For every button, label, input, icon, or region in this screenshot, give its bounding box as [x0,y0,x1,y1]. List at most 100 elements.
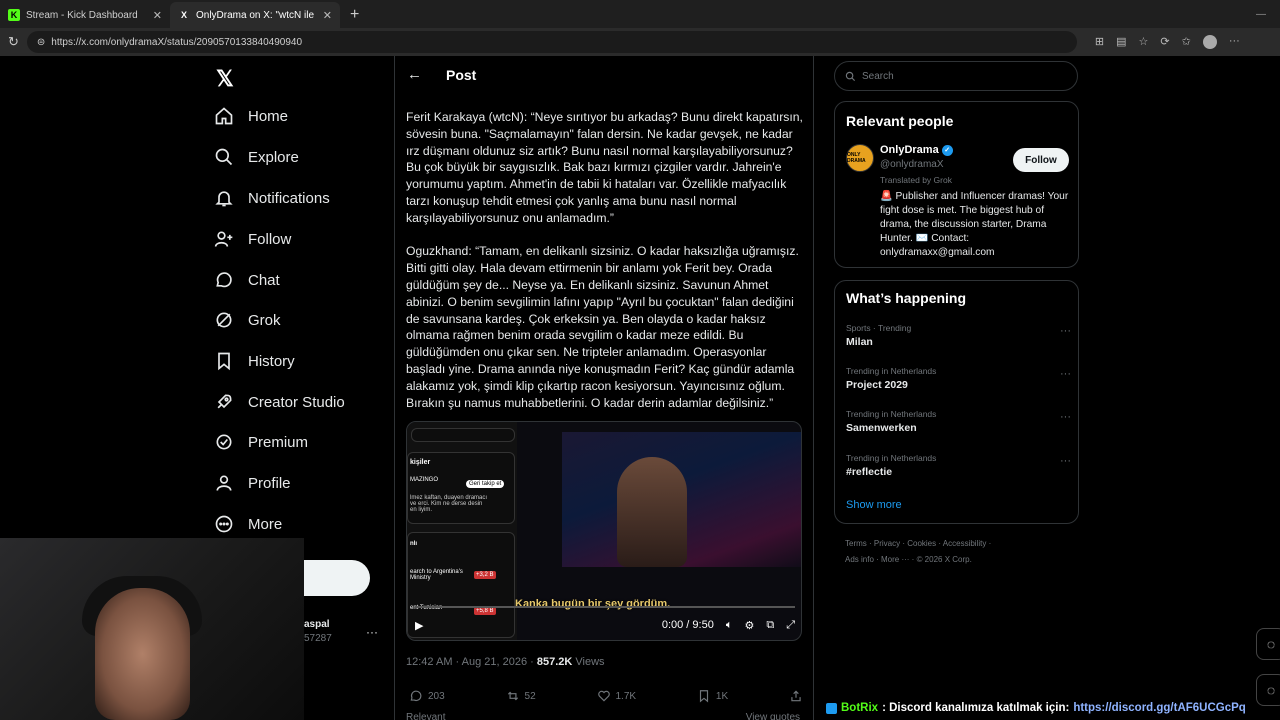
back-arrow-icon[interactable]: ← [407,66,422,83]
rocket-icon [217,394,232,409]
person-bio: 🚨 Publisher and Influencer dramas! Your … [880,191,1069,258]
nav-chat[interactable]: Chat [214,270,280,290]
search-icon [845,71,856,81]
repost-button[interactable]: 52 [506,689,536,703]
video-panel-name: MAZINGO [410,477,438,483]
post-button[interactable] [304,560,370,596]
trend-category: Trending in Netherlands [846,453,937,463]
nav-label: Follow [248,230,292,248]
kick-favicon-icon: K [8,9,20,21]
nav-history[interactable]: History [214,351,295,371]
nav-follow[interactable]: Follow [214,229,291,249]
more-dots-icon[interactable]: ··· [1060,411,1071,423]
volume-icon[interactable]: 🔈︎ [726,619,733,632]
new-tab-icon[interactable]: + [340,6,369,28]
avatar[interactable]: ONLY DRAMA [846,144,874,172]
bookmark-button[interactable]: 1K [697,689,728,703]
reader-icon[interactable]: ▤ [1116,35,1126,49]
account-more-icon[interactable]: ··· [366,625,378,639]
view-quotes-link[interactable]: View quotes [746,712,800,720]
account-name[interactable]: aspal [304,619,330,630]
minimize-icon[interactable]: — [1256,9,1266,20]
close-tab-icon[interactable]: ✕ [153,9,162,22]
search-input[interactable]: Search [834,61,1078,91]
trend-item[interactable]: Sports · Trending Milan ··· [846,323,1071,348]
reload-icon[interactable]: ↻ [8,34,19,50]
url-field[interactable]: ⊜ https://x.com/onlydramaX/status/209057… [26,31,1077,53]
follow-button[interactable]: Follow [1013,148,1069,172]
share-button[interactable] [789,689,803,703]
relevant-dropdown[interactable]: Relevant [406,712,445,720]
more-dots-icon[interactable]: ··· [1060,325,1071,337]
reply-icon [410,690,422,702]
favorite-star-icon[interactable]: ☆ [1139,35,1149,49]
show-more-link[interactable]: Show more [846,499,902,511]
site-info-icon[interactable]: ⊜ [37,37,45,48]
heart-icon [597,690,610,702]
person-plus-icon [214,231,233,247]
trend-item[interactable]: Trending in Netherlands #reflectie ··· [846,453,1071,478]
footer-line[interactable]: Terms · Privacy · Cookies · Accessibilit… [845,536,1075,552]
trend-item[interactable]: Trending in Netherlands Samenwerken ··· [846,409,1071,434]
footer-line[interactable]: Ads info · More ··· · © 2026 X Corp. [845,552,1075,568]
nav-home[interactable]: Home [214,106,288,126]
discord-link[interactable]: https://discord.gg/tAF6UCGcPq [1073,702,1246,714]
nav-explore[interactable]: Explore [214,147,299,167]
x-favicon-icon: X [180,10,187,20]
bookmark-count: 1K [715,690,729,702]
more-circle-icon [215,515,233,533]
translated-by-grok: Translated by Grok [880,175,952,185]
stream-chat-message: BotRix : Discord kanalımıza katılmak içi… [826,700,1256,716]
favorites-icon[interactable]: ✩ [1182,35,1191,49]
nav-grok[interactable]: Grok [214,310,281,330]
chat-bubble-icon[interactable]: ◌ [1256,674,1280,706]
video-time: 0:00 / 9:50 [661,619,714,631]
whats-happening-box: What’s happening Sports · Trending Milan… [834,280,1079,524]
trend-item[interactable]: Trending in Netherlands Project 2029 ··· [846,366,1071,391]
like-button[interactable]: 1.7K [597,689,636,703]
nav-label: History [248,352,295,370]
bot-name: BotRix [841,702,879,714]
video-panel-people: kişiler MAZINGO Geri takip et lmez kafta… [407,452,515,524]
reply-button[interactable]: 203 [409,689,445,703]
nav-premium[interactable]: Premium [214,432,308,452]
video-streamer-cam [562,432,801,567]
tab-x-post[interactable]: X OnlyDrama on X: "wtcN ile Oguz ✕ [170,2,340,28]
extensions-icon[interactable]: ⟳ [1160,35,1169,49]
play-icon[interactable]: ▶ [415,619,423,632]
more-dots-icon[interactable]: ··· [1060,455,1071,467]
trend-name: Samenwerken [846,422,917,434]
tab-kick-dashboard[interactable]: K Stream - Kick Dashboard ✕ [0,2,170,28]
menu-dots-icon[interactable]: ··· [1229,35,1240,49]
nav-notifications[interactable]: Notifications [214,188,330,208]
picture-in-picture-icon[interactable]: ⧉ [766,619,774,632]
video-player[interactable]: kişiler MAZINGO Geri takip et lmez kafta… [406,421,802,641]
fullscreen-icon[interactable]: ⤢ [786,619,795,632]
profile-avatar-icon[interactable] [1202,35,1217,49]
account-handle: 57287 [304,633,332,644]
video-screen-capture: kişiler MAZINGO Geri takip et lmez kafta… [407,422,517,640]
nav-label: Notifications [248,189,330,207]
settings-gear-icon[interactable]: ⚙ [744,619,754,632]
nav-creator-studio[interactable]: Creator Studio [214,392,345,412]
video-panel-button: Geri takip et [466,480,505,488]
grok-icon [216,312,232,328]
tweet-timestamp[interactable]: 12:42 AM · Aug 21, 2026 · [406,656,537,668]
chat-bubble-icon[interactable]: ◌ [1256,628,1280,660]
views-label: Views [572,656,605,668]
search-icon [215,148,233,166]
video-progress-bar[interactable] [415,606,795,608]
app-icon[interactable]: ⊞ [1095,35,1104,49]
close-tab-icon[interactable]: ✕ [323,9,332,22]
person-name[interactable]: OnlyDrama ✓ [880,144,953,156]
video-person [617,457,687,567]
more-dots-icon[interactable]: ··· [1060,368,1071,380]
address-bar-row: ↻ ⊜ https://x.com/onlydramaX/status/2090… [0,28,1280,56]
person-name-text: OnlyDrama [880,144,939,156]
chat-icon [216,272,232,288]
verified-badge-icon: ✓ [941,144,953,156]
nav-more[interactable]: More [214,514,282,534]
nav-profile[interactable]: Profile [214,473,291,493]
x-logo-icon[interactable]: 𝕏 [216,66,234,92]
home-icon [215,107,233,125]
